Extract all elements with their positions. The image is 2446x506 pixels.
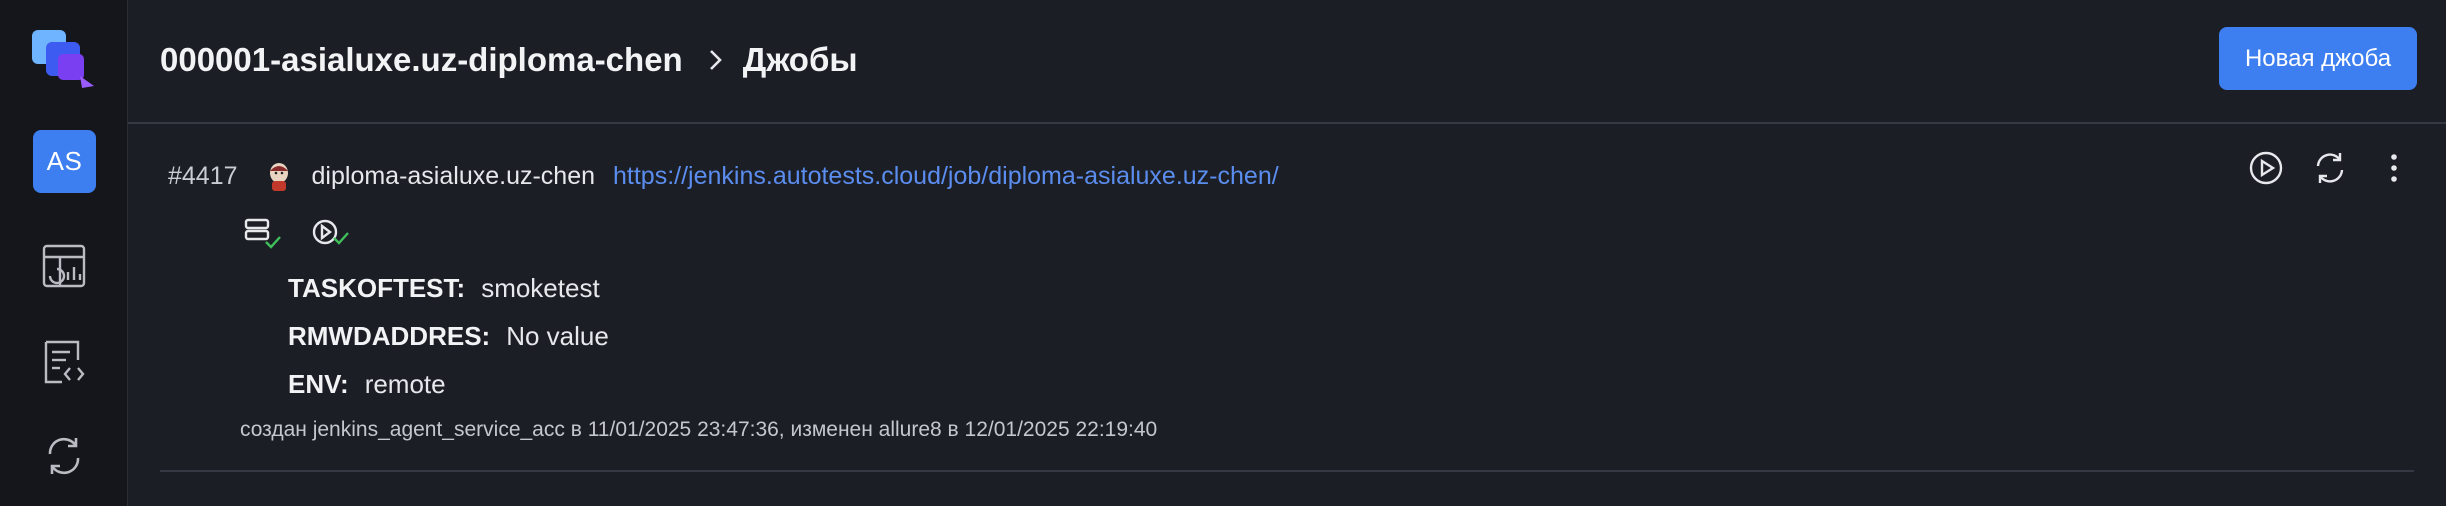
- job-header: #4417 diploma-asialuxe.uz-chen https://j…: [168, 152, 2416, 200]
- job-card: #4417 diploma-asialuxe.uz-chen https://j…: [128, 124, 2446, 506]
- jenkins-icon: [264, 161, 294, 191]
- breadcrumb: 000001-asialuxe.uz-diploma-chen Джобы: [160, 38, 858, 82]
- job-params: TASKOFTEST: smoketest RMWDADDRES: No val…: [288, 264, 609, 408]
- param-value: No value: [506, 320, 609, 351]
- header: 000001-asialuxe.uz-diploma-chen Джобы Но…: [128, 0, 2446, 124]
- job-name: diploma-asialuxe.uz-chen: [311, 161, 596, 190]
- chevron-right-icon: [703, 48, 727, 72]
- param-row: RMWDADDRES: No value: [288, 312, 609, 360]
- avatar[interactable]: AS: [33, 130, 96, 193]
- sidebar: AS: [0, 0, 128, 506]
- sync-icon[interactable]: [2312, 150, 2348, 186]
- param-key: TASKOFTEST:: [288, 272, 466, 303]
- app: AS 000001-asialuxe.uz-diploma-chen Джобы…: [0, 0, 2446, 506]
- breadcrumb-project[interactable]: 000001-asialuxe.uz-diploma-chen: [160, 41, 683, 79]
- run-check-icon: [310, 216, 350, 250]
- param-key: RMWDADDRES:: [288, 320, 491, 351]
- new-job-button[interactable]: Новая джоба: [2219, 27, 2417, 90]
- avatar-initials: AS: [46, 146, 83, 176]
- job-status-icons: [242, 216, 350, 250]
- param-row: TASKOFTEST: smoketest: [288, 264, 609, 312]
- run-icon[interactable]: [2248, 150, 2284, 186]
- job-url-link[interactable]: https://jenkins.autotests.cloud/job/dipl…: [613, 162, 1279, 191]
- param-value: remote: [364, 368, 446, 399]
- divider: [160, 470, 2414, 472]
- param-row: ENV: remote: [288, 360, 609, 408]
- job-number: #4417: [168, 161, 238, 190]
- server-check-icon: [242, 216, 282, 250]
- param-key: ENV:: [288, 368, 349, 399]
- logo-icon[interactable]: [28, 24, 100, 96]
- more-options-icon[interactable]: [2376, 150, 2412, 186]
- job-actions: [2248, 150, 2412, 186]
- testcases-icon[interactable]: [40, 338, 88, 386]
- breadcrumb-section: Джобы: [742, 41, 858, 78]
- param-value: smoketest: [481, 272, 600, 303]
- dashboard-icon[interactable]: [40, 242, 88, 290]
- jobs-sync-icon[interactable]: [40, 432, 88, 480]
- job-meta: создан jenkins_agent_service_acc в 11/01…: [240, 418, 1158, 441]
